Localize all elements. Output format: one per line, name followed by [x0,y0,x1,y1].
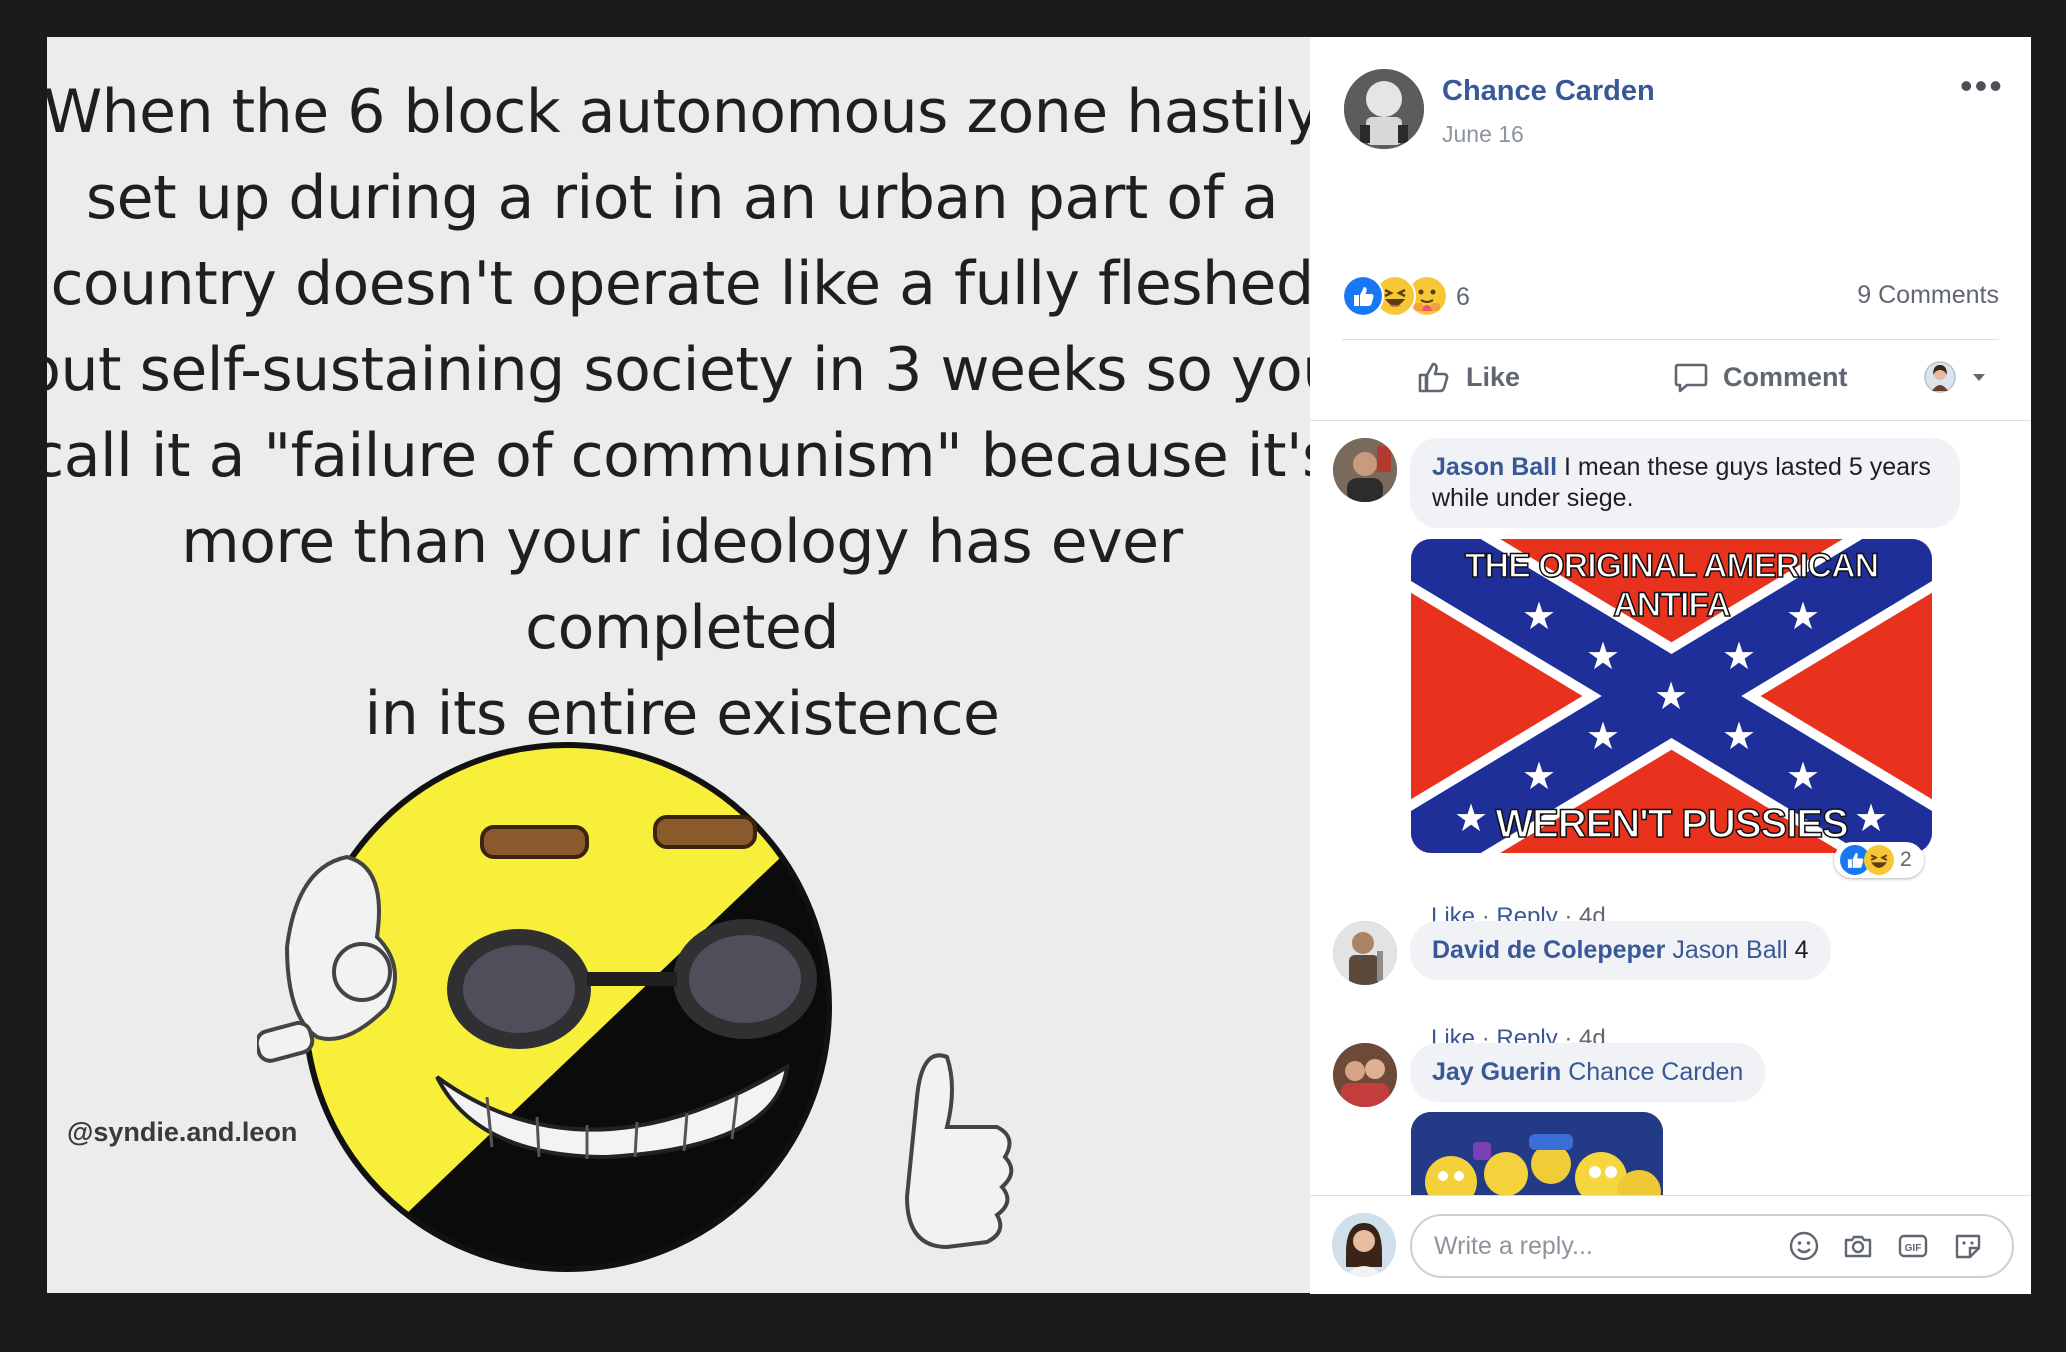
flag-caption-top: THE ORIGINAL AMERICAN ANTIFA [1464,546,1880,625]
post-image[interactable]: When the 6 block autonomous zone hastily… [47,37,1311,1293]
ancap-ball-illustration [257,742,1014,1272]
comment-reaction-summary[interactable]: 2 [1834,842,1924,878]
emoji-icon[interactable] [1788,1230,1820,1262]
svg-text:★: ★ [1722,714,1756,758]
commenter-name-link[interactable]: Jason Ball [1432,453,1557,481]
commenter-avatar-image [1333,921,1397,985]
meme-watermark: @syndie.and.leon [67,1117,298,1147]
divider [1310,420,2031,421]
camera-icon[interactable] [1842,1230,1874,1262]
comments-count-link[interactable]: 9 Comments [1857,281,1999,310]
thumbs-up-icon [1418,362,1449,393]
author-avatar[interactable] [1344,69,1424,149]
like-button-label: Like [1466,361,1521,392]
commenter-name-link[interactable]: David de Colepeper [1432,936,1665,964]
author-name-link[interactable]: Chance Carden [1442,75,1655,108]
svg-text:★: ★ [1586,714,1620,758]
author-avatar-image [1344,69,1424,149]
svg-text:★: ★ [1722,634,1756,678]
comment-bubble: Jason Ball I mean these guys lasted 5 ye… [1410,438,1960,528]
meme-caption: When the 6 block autonomous zone hastily… [47,77,1311,749]
comment-bubble-icon [1674,363,1708,393]
svg-text:★: ★ [1786,754,1820,798]
reply-composer: GIF [1310,1195,2031,1294]
comment-button-label: Comment [1723,361,1848,392]
viewer-avatar-small-icon [1924,361,1956,393]
comment-bubble: David de Colepeper Jason Ball 4 [1410,921,1831,980]
mention-link[interactable]: Chance Carden [1568,1058,1743,1086]
commenter-avatar-image [1333,438,1397,502]
flag-caption-bottom: WEREN'T PUSSIES [1495,801,1850,847]
commenter-avatar[interactable] [1333,1043,1397,1107]
like-button[interactable]: Like [1416,359,1520,395]
commenter-name-link[interactable]: Jay Guerin [1432,1058,1561,1086]
commenter-avatar[interactable] [1333,438,1397,502]
haha-reaction-icon [1864,845,1894,875]
svg-text:★: ★ [1586,634,1620,678]
svg-text:★: ★ [1654,674,1688,718]
comment-button[interactable]: Comment [1673,359,1848,395]
more-options-icon[interactable]: ••• [1960,68,2004,104]
gif-icon[interactable]: GIF [1897,1230,1929,1262]
commenter-avatar-image [1333,1043,1397,1107]
svg-text:★: ★ [1522,754,1556,798]
reaction-count[interactable]: 6 [1456,283,1470,312]
viewer-avatar-image [1332,1213,1396,1277]
post-timestamp[interactable]: June 16 [1442,121,1524,148]
comment-bubble: Jay Guerin Chance Carden [1410,1043,1766,1102]
sticker-icon[interactable] [1952,1230,1984,1262]
like-reaction-icon [1342,275,1384,317]
divider [1342,339,1999,340]
comment-image[interactable]: ★ ★ ★ ★ ★ ★ ★ ★ ★ ★ ★ THE ORIGINAL AMERI… [1411,539,1932,853]
post-panel: Chance Carden June 16 ••• 6 9 Comments L… [1310,37,2031,1294]
chevron-down-icon [1973,374,1985,381]
comment-reaction-count: 2 [1900,848,1912,871]
mention-link[interactable]: Jason Ball [1672,936,1787,964]
react-as-selector[interactable] [1924,361,1988,393]
post-viewer: When the 6 block autonomous zone hastily… [47,37,2031,1294]
viewer-avatar[interactable] [1332,1213,1396,1277]
commenter-avatar[interactable] [1333,921,1397,985]
svg-text:GIF: GIF [1905,1243,1922,1254]
comment-text: 4 [1794,936,1809,964]
